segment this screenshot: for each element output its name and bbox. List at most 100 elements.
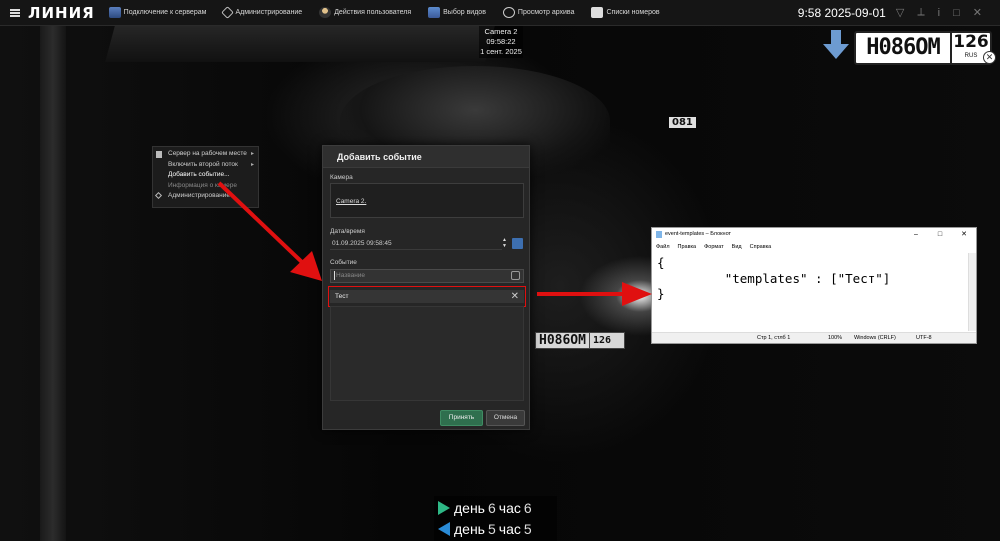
menu-plate-lists-label: Списки номеров [606, 9, 660, 16]
play-backward-icon[interactable] [438, 522, 450, 536]
arrow-down-icon [823, 30, 849, 59]
event-list-area[interactable] [330, 306, 524, 401]
time-backward-row[interactable]: день 5 час 5 [434, 519, 535, 539]
forward-day-value: 6 [487, 500, 496, 516]
ctx-administration[interactable]: Администрирование [153, 191, 258, 202]
camera-field: Camera 2. [330, 183, 524, 218]
camera-title: Camera 2 09:58:22 1 сент. 2025 [479, 26, 523, 58]
recognized-plate: Н086ОМ 126 RUS [854, 31, 992, 65]
recognized-plate-number: Н086ОМ [856, 33, 952, 63]
submenu-arrow-icon: ▸ [250, 161, 254, 168]
camera-link[interactable]: Camera 2. [336, 198, 366, 205]
menu-archive[interactable]: Просмотр архива [502, 7, 575, 18]
menu-user-actions-label: Действия пользователя [334, 9, 412, 16]
clock: 9:58 2025-09-01 [797, 5, 886, 20]
menu-servers[interactable]: Подключение к серверам [108, 7, 207, 18]
app-logo: ЛИНИЯ [28, 3, 95, 22]
hamburger-menu-icon[interactable] [10, 8, 20, 17]
submenu-arrow-icon: ▸ [250, 151, 254, 157]
menu-view-select[interactable]: Выбор видов [428, 7, 486, 18]
close-icon[interactable]: ✕ [952, 228, 976, 241]
event-name-input[interactable]: Название [330, 269, 524, 283]
plate-close-icon[interactable]: ✕ [983, 51, 996, 64]
backward-day-label: день [454, 521, 485, 537]
status-encoding: UTF-8 [916, 335, 932, 341]
datetime-label: Дата/время [330, 228, 365, 235]
tag-icon[interactable] [511, 271, 520, 280]
recognized-plate-region: 126 [953, 32, 989, 52]
notepad-menu-help[interactable]: Справка [750, 241, 772, 253]
menu-user-actions[interactable]: Действия пользователя [319, 7, 411, 18]
ctx-label: Сервер на рабочем месте [168, 150, 247, 157]
event-name-placeholder: Название [336, 272, 366, 279]
context-menu: Сервер на рабочем месте ▸ Включить второ… [152, 146, 259, 208]
notepad-menu-view[interactable]: Вид [732, 241, 742, 253]
ctx-add-event[interactable]: Добавить событие... [153, 170, 258, 181]
filter-icon[interactable]: ▽ [896, 6, 904, 19]
scene-plate-small: 081 [669, 117, 696, 128]
notepad-statusbar: Стр 1, стлб 1 100% Windows (CRLF) UTF-8 [652, 332, 976, 343]
menu-archive-label: Просмотр архива [517, 9, 575, 16]
notepad-menu-edit[interactable]: Правка [678, 241, 697, 253]
scene-plate: Н086ОМ 126 [535, 332, 625, 349]
highlight-frame [328, 286, 526, 307]
ctx-second-stream[interactable]: Включить второй поток ▸ [153, 160, 258, 171]
server-icon [156, 151, 162, 158]
ctx-label: Информация о камере [168, 181, 237, 189]
minimize-icon[interactable]: – [904, 228, 928, 241]
ctx-server-on-workstation[interactable]: Сервер на рабочем месте ▸ [153, 149, 258, 160]
menu-plate-lists[interactable]: Списки номеров [591, 7, 660, 18]
notepad-scrollbar[interactable] [968, 253, 976, 331]
forward-day-label: день [454, 500, 485, 516]
user-icon [319, 7, 332, 18]
signal-icon[interactable]: ⟂ [917, 6, 924, 19]
status-zoom: 100% [828, 335, 843, 341]
backward-hour-label: час [498, 521, 521, 537]
ctx-label: Администрирование [168, 192, 230, 199]
tools-icon [221, 6, 235, 19]
ctx-label: Включить второй поток [168, 160, 238, 168]
accept-button[interactable]: Принять [440, 410, 483, 426]
camera-label: Камера [330, 174, 353, 181]
notepad-titlebar: event-templates – Блокнот – □ ✕ [652, 228, 976, 241]
views-icon [428, 7, 441, 18]
menu-servers-label: Подключение к серверам [123, 9, 207, 16]
notepad-menu-format[interactable]: Формат [704, 241, 724, 253]
archive-icon [502, 7, 515, 18]
camera-name: Camera 2 [484, 27, 518, 36]
status-eol: Windows (CRLF) [854, 335, 896, 341]
scene-plate-region: 126 [592, 335, 612, 346]
notepad-menu-file[interactable]: Файл [656, 241, 670, 253]
time-overlay: день 6 час 6 день 5 час 5 [434, 496, 557, 541]
datetime-field[interactable]: 01.09.2025 09:58:45 [330, 237, 502, 250]
scene-pole [40, 26, 66, 541]
ctx-camera-info[interactable]: Информация о камере [153, 181, 258, 192]
top-toolbar: ЛИНИЯ Подключение к серверам Администрир… [0, 0, 1000, 26]
notepad-window: event-templates – Блокнот – □ ✕ Файл Пра… [651, 227, 977, 344]
menu-admin-label: Администрирование [235, 9, 303, 16]
camera-time: 09:58:22 [486, 37, 516, 46]
status-position: Стр 1, стлб 1 [757, 335, 791, 341]
play-forward-icon[interactable] [438, 501, 450, 515]
calendar-icon[interactable] [512, 238, 523, 249]
add-event-dialog: Добавить событие Камера Camera 2. Дата/в… [322, 145, 530, 430]
maximize-icon[interactable]: □ [953, 7, 960, 19]
notepad-text-area[interactable]: { "templates" : ["Тест"] } [657, 255, 969, 329]
menu-admin[interactable]: Администрирование [221, 6, 303, 19]
backward-day-value: 5 [487, 521, 496, 537]
text-caret [334, 270, 335, 280]
scene-plate-number: Н086ОМ [536, 333, 590, 348]
datetime-spinner[interactable]: ▲ ▼ [501, 237, 508, 250]
close-icon[interactable]: ✕ [973, 6, 982, 19]
info-icon[interactable]: i [938, 7, 940, 19]
dialog-title: Добавить событие [323, 146, 529, 168]
maximize-icon[interactable]: □ [928, 228, 952, 241]
forward-hour-value: 6 [523, 500, 532, 516]
menu-view-select-label: Выбор видов [443, 9, 486, 16]
event-label: Событие [330, 259, 357, 266]
time-forward-row[interactable]: день 6 час 6 [434, 498, 535, 518]
cancel-button[interactable]: Отмена [486, 410, 525, 426]
notepad-icon [656, 231, 662, 238]
tools-icon [154, 191, 163, 200]
camera-date: 1 сент. 2025 [480, 47, 522, 56]
